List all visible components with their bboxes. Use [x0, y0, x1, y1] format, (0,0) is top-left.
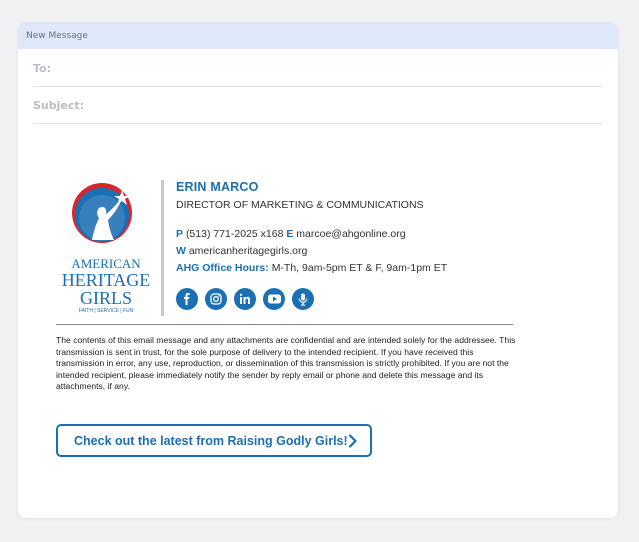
signature-rule: [56, 324, 513, 325]
logo-tagline: FAITH | SERVICE | FUN: [79, 308, 134, 314]
youtube-icon[interactable]: [263, 288, 285, 310]
logo-line1: AMERICAN: [71, 256, 141, 271]
hours-value: M-Th, 9am-5pm ET & F, 9am-1pm ET: [271, 262, 448, 274]
phone-email-line: P (513) 771-2025 x168 E marcoe@ahgonline…: [176, 226, 506, 243]
website-line: W americanheritagegirls.org: [176, 243, 506, 260]
instagram-icon[interactable]: [205, 288, 227, 310]
to-label: To:: [33, 61, 51, 75]
phone-number[interactable]: (513) 771-2025 x168: [186, 228, 284, 240]
contact-block: P (513) 771-2025 x168 E marcoe@ahgonline…: [176, 226, 506, 277]
window-titlebar: New Message: [18, 22, 618, 49]
facebook-icon[interactable]: [176, 288, 198, 310]
website-link[interactable]: americanheritagegirls.org: [189, 245, 307, 257]
chevron-right-icon: [348, 434, 357, 451]
email-address[interactable]: marcoe@ahgonline.org: [296, 228, 405, 240]
signature-title: DIRECTOR OF MARKETING & COMMUNICATIONS: [176, 199, 424, 211]
to-field[interactable]: To:: [33, 50, 602, 87]
logo-line3: GIRLS: [80, 288, 132, 308]
web-label: W: [176, 245, 186, 257]
cta-label: Check out the latest from Raising Godly …: [74, 433, 348, 448]
signature-info: ERIN MARCO DIRECTOR OF MARKETING & COMMU…: [176, 180, 506, 310]
hours-line: AHG Office Hours: M-Th, 9am-5pm ET & F, …: [176, 260, 506, 277]
window-title: New Message: [26, 30, 88, 41]
ahg-logo: AMERICAN HERITAGE GIRLS FAITH | SERVICE …: [56, 180, 156, 314]
confidentiality-disclaimer: The contents of this email message and a…: [56, 335, 516, 392]
podcast-icon[interactable]: [292, 288, 314, 310]
subject-label: Subject:: [33, 98, 85, 112]
social-links: [176, 288, 506, 310]
phone-label: P: [176, 228, 184, 240]
logo-line2: HERITAGE: [62, 270, 151, 290]
signature-name: ERIN MARCO: [176, 180, 259, 194]
raising-godly-girls-button[interactable]: Check out the latest from Raising Godly …: [56, 424, 372, 457]
signature-divider: [161, 180, 164, 316]
linkedin-icon[interactable]: [234, 288, 256, 310]
hours-label: AHG Office Hours:: [176, 262, 269, 274]
compose-window: New Message To: Subject: AMERICAN HERITA…: [18, 22, 618, 518]
subject-field[interactable]: Subject:: [33, 87, 602, 124]
email-label: E: [286, 228, 294, 240]
